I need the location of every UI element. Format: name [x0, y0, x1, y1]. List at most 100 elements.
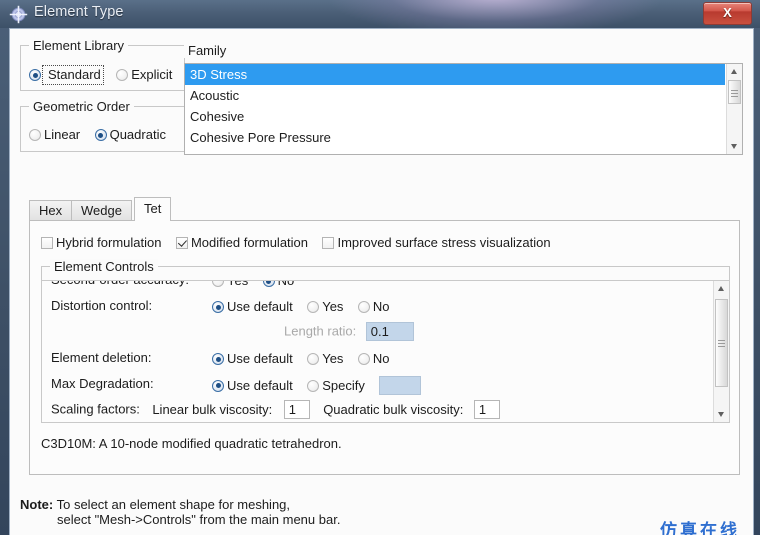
family-scrollbar[interactable]	[726, 64, 742, 154]
radio-deletion-use-default-label: Use default	[227, 351, 293, 366]
window-title: Element Type	[34, 4, 124, 20]
checkbox-improved-surface-stress[interactable]: Improved surface stress visualization	[322, 234, 551, 252]
quadratic-bulk-viscosity-label: Quadratic bulk viscosity:	[323, 401, 464, 417]
radio-second-order-yes-indicator	[212, 281, 224, 287]
scroll-up-icon[interactable]	[714, 281, 729, 296]
linear-bulk-viscosity-label: Linear bulk viscosity:	[152, 401, 273, 417]
geometric-order-group: Geometric Order Linear Quadratic	[20, 99, 185, 152]
element-controls-scrollbar[interactable]	[713, 281, 729, 422]
row-scaling-factors: Scaling factors: Linear bulk viscosity: …	[42, 397, 714, 422]
element-controls-title: Element Controls	[50, 259, 158, 274]
radio-deletion-yes-label: Yes	[322, 351, 344, 366]
radio-linear[interactable]: Linear	[29, 126, 80, 144]
dialog-client-area: 1CAE.COM Element Library Standard Explic…	[9, 28, 754, 535]
radio-explicit-indicator	[116, 69, 129, 81]
max-degradation-input[interactable]	[379, 376, 422, 395]
radio-distortion-yes[interactable]: Yes	[307, 298, 343, 316]
family-title: Family	[184, 43, 231, 58]
element-controls-scrollarea[interactable]: Second-order accuracy: Yes No Distor	[41, 280, 730, 423]
radio-second-order-yes[interactable]: Yes	[212, 280, 249, 290]
list-item[interactable]: 3D Stress	[185, 64, 725, 85]
radio-deletion-no-indicator	[357, 353, 370, 365]
radio-distortion-use-default-indicator	[212, 301, 224, 313]
scroll-down-icon[interactable]	[727, 139, 742, 154]
note-text-line1: To select an element shape for meshing,	[56, 497, 291, 512]
scroll-down-icon[interactable]	[714, 407, 729, 422]
radio-distortion-use-default[interactable]: Use default	[212, 298, 293, 316]
row-max-degradation-label: Max Degradation:	[51, 376, 154, 391]
row-second-order-accuracy-label: Second-order accuracy:	[51, 281, 189, 287]
radio-degradation-use-default[interactable]: Use default	[212, 377, 293, 395]
list-item[interactable]: Cohesive	[185, 106, 725, 127]
title-bar: Element Type X	[0, 0, 760, 36]
length-ratio-label: Length ratio:	[284, 323, 357, 339]
length-ratio-input[interactable]: 0.1	[365, 322, 414, 341]
family-listbox[interactable]: 3D Stress Acoustic Cohesive Cohesive Por…	[184, 63, 743, 155]
tab-tet[interactable]: Tet	[134, 197, 172, 221]
checkbox-hybrid-formulation-label: Hybrid formulation	[56, 235, 162, 250]
radio-deletion-use-default[interactable]: Use default	[212, 350, 293, 368]
radio-degradation-specify-indicator	[307, 379, 320, 392]
row-distortion-control: Distortion control: Use default Yes No	[42, 293, 714, 319]
geometric-order-title: Geometric Order	[29, 99, 134, 114]
element-type-dialog: Element Type X 1CAE.COM Element Library …	[0, 0, 760, 535]
radio-second-order-no[interactable]: No	[262, 280, 295, 290]
element-library-title: Element Library	[29, 38, 129, 53]
radio-linear-indicator	[29, 129, 41, 141]
radio-linear-label: Linear	[44, 127, 81, 142]
family-scrollbar-thumb[interactable]	[728, 80, 741, 104]
checkbox-modified-formulation[interactable]: Modified formulation	[175, 234, 309, 252]
element-library-group: Element Library Standard Explicit	[20, 38, 185, 91]
radio-explicit[interactable]: Explicit	[116, 66, 172, 84]
checkbox-modified-formulation-label: Modified formulation	[190, 235, 309, 250]
radio-degradation-specify[interactable]: Specify	[307, 377, 365, 395]
row-second-order-accuracy: Second-order accuracy: Yes No	[42, 280, 714, 293]
quadratic-bulk-viscosity-input[interactable]: 1	[473, 400, 500, 419]
radio-degradation-specify-label: Specify	[322, 377, 365, 393]
radio-deletion-yes[interactable]: Yes	[307, 350, 343, 368]
list-item[interactable]: Cohesive Pore Pressure	[185, 127, 725, 148]
radio-degradation-use-default-indicator	[212, 379, 224, 392]
row-distortion-control-label: Distortion control:	[51, 298, 153, 313]
element-controls-scrollbar-thumb[interactable]	[715, 299, 728, 387]
row-max-degradation: Max Degradation: Use default Specify	[42, 371, 714, 397]
scroll-up-icon[interactable]	[727, 64, 742, 79]
radio-distortion-no-indicator	[357, 301, 370, 313]
radio-distortion-no[interactable]: No	[357, 298, 390, 316]
radio-standard-indicator	[29, 69, 41, 81]
formulation-options-row: Hybrid formulation Modified formulation …	[41, 234, 551, 252]
radio-deletion-yes-indicator	[307, 353, 320, 365]
radio-distortion-yes-indicator	[307, 301, 320, 313]
checkbox-improved-surface-stress-label: Improved surface stress visualization	[337, 235, 551, 250]
radio-deletion-no-label: No	[372, 351, 390, 366]
checkbox-hybrid-formulation-box	[41, 237, 53, 249]
radio-standard-focus: Standard	[42, 65, 104, 85]
close-button[interactable]: X	[703, 2, 752, 25]
checkbox-hybrid-formulation[interactable]: Hybrid formulation	[41, 234, 162, 252]
element-controls-content: Second-order accuracy: Yes No Distor	[42, 280, 714, 422]
linear-bulk-viscosity-input[interactable]: 1	[283, 400, 310, 419]
note-line-1: Note: To select an element shape for mes…	[20, 497, 340, 512]
row-length-ratio: Length ratio: 0.1	[42, 319, 714, 345]
element-description: C3D10M: A 10-node modified quadratic tet…	[41, 436, 342, 451]
note-text-line2: select "Mesh->Controls" from the main me…	[57, 512, 341, 527]
checkbox-modified-formulation-box	[175, 237, 188, 249]
tab-wedge[interactable]: Wedge	[71, 200, 132, 220]
radio-quadratic[interactable]: Quadratic	[94, 126, 166, 144]
list-item[interactable]: Acoustic	[185, 85, 725, 106]
tab-hex[interactable]: Hex	[29, 200, 73, 220]
radio-distortion-yes-label: Yes	[322, 299, 344, 314]
radio-degradation-use-default-label: Use default	[227, 377, 293, 393]
element-type-icon	[9, 5, 28, 24]
radio-second-order-no-indicator	[262, 281, 275, 287]
note-block: Note: To select an element shape for mes…	[20, 497, 340, 527]
radio-distortion-use-default-label: Use default	[227, 299, 293, 314]
radio-explicit-label: Explicit	[131, 67, 173, 82]
radio-deletion-no[interactable]: No	[357, 350, 390, 368]
radio-second-order-no-label: No	[277, 280, 295, 288]
radio-distortion-no-label: No	[372, 299, 390, 314]
radio-second-order-yes-label: Yes	[227, 280, 249, 288]
radio-standard[interactable]: Standard	[29, 65, 104, 85]
checkbox-improved-surface-stress-box	[322, 237, 335, 249]
radio-quadratic-indicator	[94, 129, 107, 141]
